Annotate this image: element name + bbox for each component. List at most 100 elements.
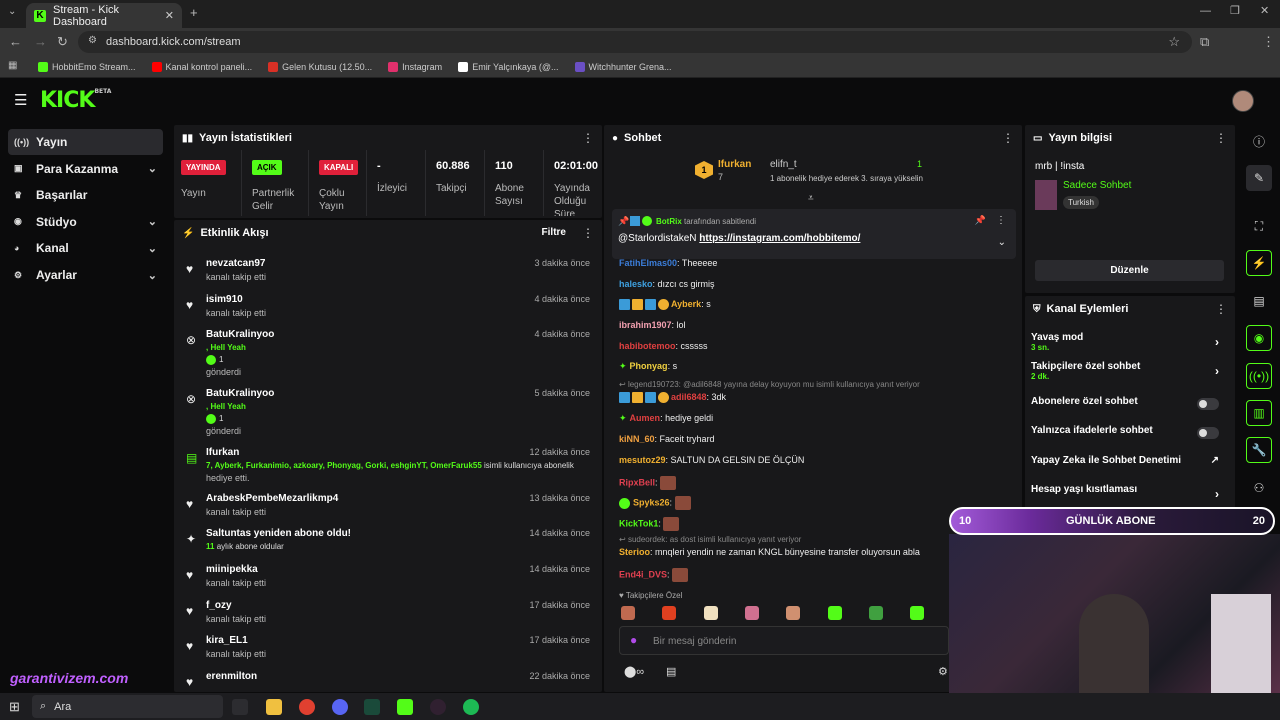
activity-username[interactable]: BatuKralinyoo (206, 329, 274, 340)
chat-username[interactable]: Sterioo (619, 547, 650, 557)
task-view-icon[interactable] (232, 699, 248, 715)
external-link-icon[interactable]: ↗ (1211, 455, 1219, 466)
activity-username[interactable]: erenmilton (206, 671, 257, 682)
chat-username[interactable]: halesko (619, 279, 653, 289)
chat-input[interactable]: ● Bir mesaj gönderin (619, 626, 949, 655)
bookmark-item[interactable]: Kanal kontrol paneli... (151, 61, 252, 72)
sidebar-item-2[interactable]: ♛ Başarılar (8, 182, 163, 208)
broadcast-quick-icon[interactable]: ((•)) (1246, 363, 1272, 389)
chevron-right-icon[interactable]: › (1215, 487, 1219, 501)
microphone-icon[interactable]: ● (630, 633, 637, 647)
activity-username[interactable]: miinipekka (206, 564, 258, 575)
chat-username[interactable]: Ayberk (671, 299, 701, 309)
bookmark-item[interactable]: Emir Yalçınkaya (@... (458, 61, 559, 72)
windows-start-icon[interactable]: ⊞ (9, 699, 20, 715)
activity-username[interactable]: f_ozy (206, 600, 232, 611)
chevron-down-icon[interactable]: ⌄ (148, 215, 157, 228)
chat-store-icon[interactable]: ▤ (666, 665, 676, 678)
chrome-taskbar-icon[interactable] (299, 699, 315, 715)
channel-actions-more-icon[interactable]: ⋮ (1215, 302, 1227, 316)
extensions-icon[interactable]: ⧉ (1200, 35, 1209, 48)
activity-username[interactable]: ArabeskPembeMezarlikmp4 (206, 493, 338, 504)
server-icon[interactable]: ▥ (1246, 400, 1272, 426)
activity-more-icon[interactable]: ⋮ (582, 226, 594, 240)
discord-taskbar-icon[interactable] (332, 699, 348, 715)
bookmark-star-icon[interactable]: ☆ (1168, 35, 1180, 48)
pinned-message[interactable]: 📌 BotRix tarafından sabitlendi @Starlord… (612, 209, 1016, 259)
tab-search-icon[interactable]: ⌄ (8, 7, 16, 17)
pinned-link[interactable]: https://instagram.com/hobbitemo/ (699, 233, 860, 244)
chat-quick-icon[interactable]: ◉ (1246, 325, 1272, 351)
emote-picker-item[interactable] (786, 606, 801, 620)
activity-username[interactable]: Saltuntas yeniden abone oldu! (206, 528, 351, 539)
channel-action-row[interactable]: Yapay Zeka ile Sohbet Denetimi ↗ (1031, 455, 1227, 471)
channel-action-row[interactable]: Yavaş mod 3 sn. › (1031, 332, 1227, 356)
bookmark-item[interactable]: Instagram (388, 61, 442, 72)
apps-grid-icon[interactable]: ▦ (8, 61, 17, 71)
site-info-icon[interactable]: ⚙ (88, 36, 97, 46)
channel-action-row[interactable]: Abonelere özel sohbet (1031, 396, 1227, 412)
obs-taskbar-icon[interactable] (430, 699, 446, 715)
minimize-icon[interactable]: — (1200, 6, 1211, 17)
kick-logo[interactable]: KICKBETA (40, 88, 111, 113)
activity-username[interactable]: Ifurkan (206, 447, 239, 458)
restore-icon[interactable]: ❐ (1230, 6, 1240, 17)
url-field[interactable]: ⚙ dashboard.kick.com/stream ☆ (78, 31, 1192, 53)
chat-username[interactable]: FatihElmas00 (619, 258, 677, 268)
document-icon[interactable]: ▤ (1246, 288, 1272, 314)
chat-username[interactable]: End4i_DVS (619, 569, 667, 579)
tab-close-icon[interactable]: ✕ (165, 9, 174, 22)
chat-more-icon[interactable]: ⋮ (1002, 131, 1014, 145)
chat-username[interactable]: mesutoz29 (619, 455, 666, 465)
reload-icon[interactable]: ↻ (57, 35, 68, 48)
sidebar-item-1[interactable]: ▣ Para Kazanma ⌄ (8, 156, 163, 182)
wrench-icon[interactable]: 🔧 (1246, 437, 1272, 463)
expand-pinned-icon[interactable]: ⌄ (998, 237, 1006, 248)
stats-more-icon[interactable]: ⋮ (582, 131, 594, 145)
taskbar-search[interactable]: ⌕ Ara (32, 695, 223, 718)
chevron-right-icon[interactable]: › (1215, 364, 1219, 378)
users-icon[interactable]: ⚇ (1246, 475, 1272, 501)
user-avatar[interactable] (1232, 90, 1254, 112)
chat-username[interactable]: Phonyag (630, 361, 668, 371)
chat-username[interactable]: ibrahim1907 (619, 320, 672, 330)
sidebar-item-5[interactable]: ⚙ Ayarlar ⌄ (8, 262, 163, 288)
expand-icon[interactable]: ⛶ (1246, 213, 1272, 239)
new-tab-icon[interactable]: + (190, 6, 198, 19)
window-close-icon[interactable]: ✕ (1260, 6, 1269, 17)
activity-username[interactable]: isim910 (206, 294, 243, 305)
emote-picker-item[interactable] (662, 606, 677, 620)
bookmark-item[interactable]: Witchhunter Grena... (574, 61, 672, 72)
hamburger-menu-icon[interactable]: ☰ (14, 93, 27, 108)
collapse-leaderboard-icon[interactable]: ⩡ (808, 193, 814, 204)
sidebar-item-4[interactable]: ◕ Kanal ⌄ (8, 235, 163, 261)
bookmark-item[interactable]: Gelen Kutusu (12.50... (268, 61, 372, 72)
channel-action-row[interactable]: Takipçilere özel sohbet 2 dk. › (1031, 361, 1227, 385)
chat-username[interactable]: kiNN_60 (619, 434, 655, 444)
activity-filter-button[interactable]: Filtre (542, 227, 566, 238)
edit-stream-button[interactable]: Düzenle (1035, 260, 1224, 281)
emote-picker-item[interactable] (744, 606, 759, 620)
chat-username[interactable]: Spyks26 (633, 497, 670, 507)
browser-tab[interactable]: K Stream - Kick Dashboard ✕ (26, 3, 182, 28)
chat-username[interactable]: habibotemoo (619, 341, 676, 351)
emote-picker-item[interactable] (868, 606, 883, 620)
kick-taskbar-icon[interactable] (397, 699, 413, 715)
emote-picker-item[interactable] (827, 606, 842, 620)
file-explorer-icon[interactable] (266, 699, 282, 715)
stream-category[interactable]: Sadece Sohbet (1063, 180, 1131, 191)
xbox-taskbar-icon[interactable] (364, 699, 380, 715)
toggle-switch[interactable] (1197, 427, 1219, 439)
toggle-switch[interactable] (1197, 398, 1219, 410)
chat-settings-icon[interactable]: ⚙ (938, 665, 948, 678)
sidebar-item-3[interactable]: ◉ Stüdyo ⌄ (8, 209, 163, 235)
chat-username[interactable]: Aumen (630, 413, 661, 423)
info-icon[interactable]: ⓘ (1246, 128, 1272, 154)
stream-info-more-icon[interactable]: ⋮ (1215, 131, 1227, 145)
activity-username[interactable]: BatuKralinyoo (206, 388, 274, 399)
pinned-more-icon[interactable]: ⋮ (996, 215, 1006, 226)
lightning-quick-icon[interactable]: ⚡ (1246, 250, 1272, 276)
chevron-right-icon[interactable]: › (1215, 335, 1219, 349)
channel-action-row[interactable]: Yalnızca ifadelerle sohbet (1031, 425, 1227, 441)
back-icon[interactable]: ← (9, 35, 22, 48)
